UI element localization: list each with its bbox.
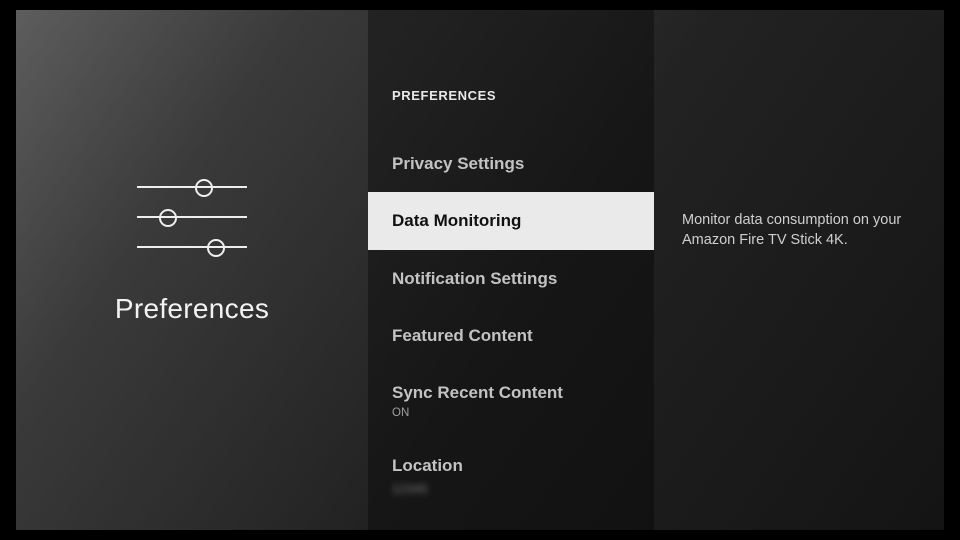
menu-item-label: Featured Content — [392, 325, 630, 346]
menu-item-time-zone[interactable]: Time Zone — [368, 516, 654, 531]
menu-item-featured-content[interactable]: Featured Content — [368, 307, 654, 364]
left-panel: Preferences — [16, 10, 368, 530]
description-panel: Monitor data consumption on your Amazon … — [654, 10, 944, 530]
description-text: Monitor data consumption on your Amazon … — [682, 210, 918, 251]
menu-item-location[interactable]: Location 12345 — [368, 437, 654, 515]
menu-item-label: Privacy Settings — [392, 153, 630, 174]
preferences-menu: PREFERENCES Privacy Settings Data Monito… — [368, 10, 654, 530]
menu-item-privacy-settings[interactable]: Privacy Settings — [368, 135, 654, 192]
menu-item-sync-recent-content[interactable]: Sync Recent Content ON — [368, 364, 654, 437]
menu-item-label: Data Monitoring — [392, 210, 630, 231]
menu-item-label: Sync Recent Content — [392, 382, 630, 403]
page-title: Preferences — [115, 293, 269, 325]
menu-list: Privacy Settings Data Monitoring Notific… — [368, 135, 654, 530]
menu-item-label: Location — [392, 455, 630, 476]
settings-screen: Preferences PREFERENCES Privacy Settings… — [16, 10, 944, 530]
menu-item-value: 12345 — [392, 482, 428, 496]
menu-item-label: Notification Settings — [392, 268, 630, 289]
menu-header: PREFERENCES — [368, 10, 654, 135]
menu-item-notification-settings[interactable]: Notification Settings — [368, 250, 654, 307]
menu-item-data-monitoring[interactable]: Data Monitoring — [368, 192, 654, 249]
menu-item-sub: ON — [392, 407, 630, 419]
sliders-icon — [137, 175, 247, 265]
